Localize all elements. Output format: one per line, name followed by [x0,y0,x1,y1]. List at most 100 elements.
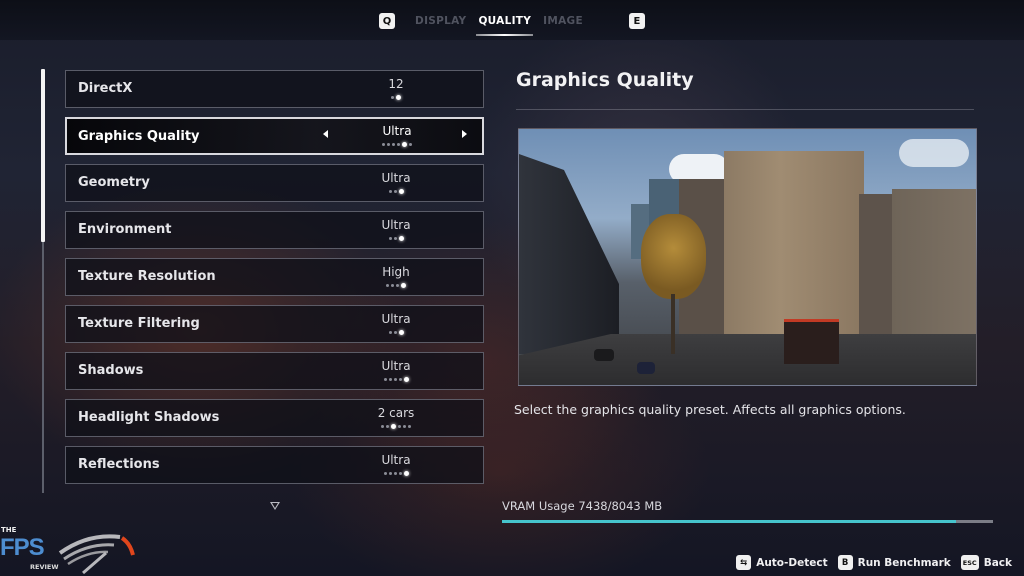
logo-review-text: REVIEW [30,563,59,571]
option-dot [409,143,412,146]
option-dot [403,425,406,428]
tree-trunk [671,294,675,354]
option-dot [398,472,402,475]
option-indicator [326,377,466,382]
button-hints: ⇆ Auto-Detect B Run Benchmark ESC Back [736,555,1012,570]
building [519,154,619,354]
option-indicator [326,283,466,288]
option-dot [386,284,389,287]
setting-value: Ultra [381,453,411,467]
option-dot-active [403,471,409,476]
option-dot [383,378,387,381]
setting-row-texture-filtering[interactable]: Texture Filtering Ultra [65,305,484,343]
tab-image[interactable]: IMAGE [537,1,589,41]
option-dot [398,378,402,381]
vram-usage-fill [502,520,957,523]
option-dot [391,96,394,99]
setting-row-geometry[interactable]: Geometry Ultra [65,164,484,202]
b-key-icon: B [837,555,853,570]
setting-row-reflections[interactable]: Reflections Ultra [65,446,484,484]
speedometer-icon [58,534,135,575]
car [594,349,614,361]
option-indicator [326,330,466,335]
option-dot-active [402,142,407,147]
setting-label: Environment [78,222,172,237]
car [637,362,655,374]
option-dot [393,237,397,240]
setting-label: Shadows [78,363,144,378]
option-dot-active [398,236,404,241]
cloud [899,139,969,167]
option-dot [392,143,395,146]
logo-fps-text: FPS [0,534,45,561]
option-indicator [326,189,466,194]
tab-display[interactable]: DISPLAY [409,1,472,41]
option-dot [391,284,394,287]
auto-detect-icon: ⇆ [736,555,752,570]
setting-row-shadows[interactable]: Shadows Ultra [65,352,484,390]
setting-value: Ultra [381,312,411,326]
option-dot-active [403,377,409,382]
setting-value: Ultra [381,218,411,232]
scrollbar-thumb[interactable] [41,69,45,242]
prev-tab-key-q[interactable]: Q [379,13,396,29]
option-dot-active [398,330,404,335]
tree [641,214,706,299]
top-tab-bar: Q DISPLAY QUALITY IMAGE E [0,0,1024,40]
option-dot [387,143,390,146]
tab-list: Q DISPLAY QUALITY IMAGE E [379,1,645,41]
setting-row-headlight-shadows[interactable]: Headlight Shadows 2 cars [65,399,484,437]
option-dot [388,472,392,475]
setting-label: Headlight Shadows [78,410,220,425]
setting-row-texture-resolution[interactable]: Texture Resolution High [65,258,484,296]
setting-value: Ultra [381,359,411,373]
option-dot [388,331,392,334]
setting-label: Reflections [78,457,160,472]
option-dot [381,425,384,428]
auto-detect-label: Auto-Detect [756,556,828,569]
setting-row-graphics-quality[interactable]: Graphics Quality Ultra [65,117,484,155]
next-tab-key-e[interactable]: E [628,13,645,29]
option-dot [393,378,397,381]
run-benchmark-label: Run Benchmark [857,556,951,569]
option-dot [388,190,392,193]
detail-description: Select the graphics quality preset. Affe… [514,402,906,417]
setting-value: Ultra [381,171,411,185]
option-dot [388,237,392,240]
option-dot [408,425,411,428]
option-indicator [326,424,466,429]
option-dot [393,331,397,334]
setting-value: 12 [388,77,404,91]
option-dot [386,425,389,428]
option-indicator [326,95,466,100]
option-dot-active [401,283,406,288]
option-dot-active [391,424,396,429]
scroll-down-icon[interactable] [270,502,280,510]
preview-image [518,128,977,386]
option-dot [393,190,397,193]
option-dot-active [396,95,401,100]
tab-quality[interactable]: QUALITY [472,1,537,41]
option-dot-active [398,189,404,194]
run-benchmark-button[interactable]: B Run Benchmark [837,555,951,570]
setting-row-directx[interactable]: DirectX 12 [65,70,484,108]
setting-label: Texture Filtering [78,316,200,331]
option-indicator [327,142,467,147]
option-indicator [326,236,466,241]
option-dot [398,425,401,428]
auto-detect-button[interactable]: ⇆ Auto-Detect [736,555,828,570]
vram-usage-bar [502,520,993,523]
detail-title: Graphics Quality [516,69,694,91]
setting-label: Graphics Quality [78,129,200,144]
storefront [784,319,839,364]
vram-usage-label: VRAM Usage 7438/8043 MB [502,499,663,513]
road [519,334,976,385]
option-dot [382,143,385,146]
setting-label: Texture Resolution [78,269,216,284]
detail-divider [516,109,974,110]
back-label: Back [983,556,1012,569]
option-dot [397,143,400,146]
setting-value: High [382,265,410,279]
setting-row-environment[interactable]: Environment Ultra [65,211,484,249]
back-button[interactable]: ESC Back [960,555,1012,570]
